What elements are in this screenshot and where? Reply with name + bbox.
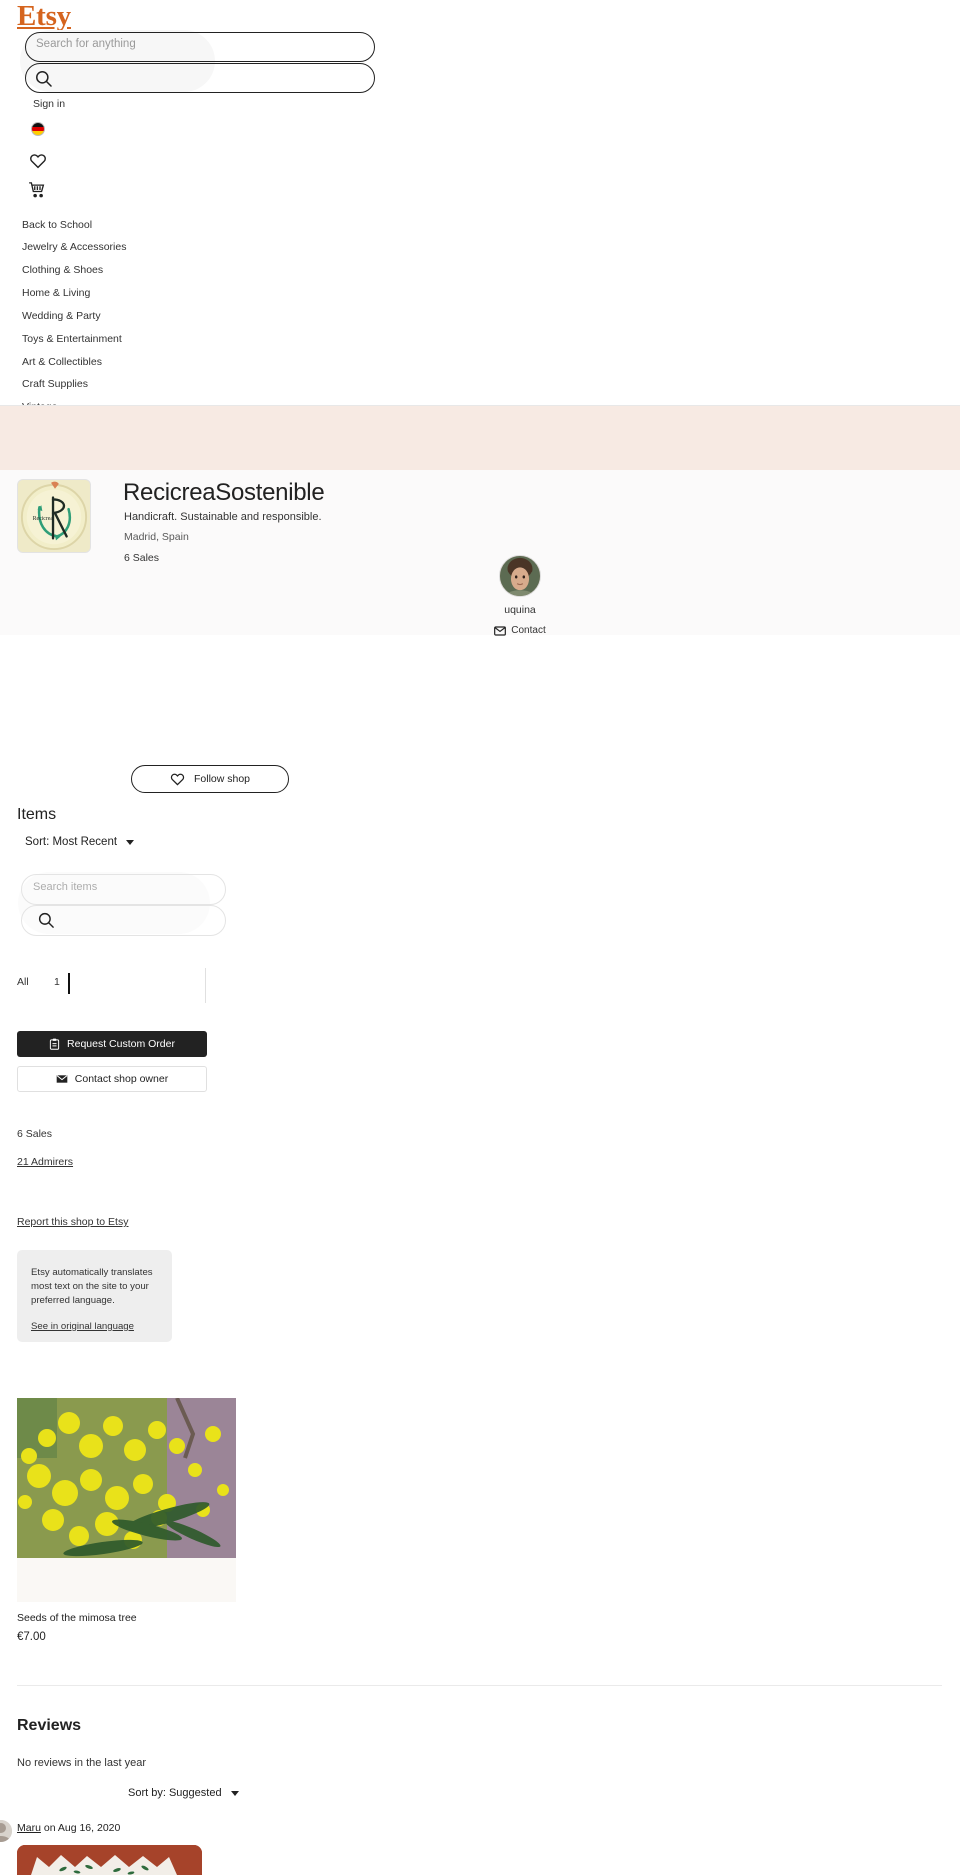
filter-all[interactable]: All <box>17 976 29 988</box>
search-icon[interactable] <box>34 69 53 88</box>
contact-owner-label: Contact <box>511 625 546 636</box>
nav-item-jewelry-accessories[interactable]: Jewelry & Accessories <box>0 237 960 260</box>
filter-all-count: 1 <box>54 976 60 988</box>
request-custom-order-label: Request Custom Order <box>67 1038 175 1050</box>
global-search <box>20 30 375 93</box>
svg-text:Recicrea: Recicrea <box>33 516 54 522</box>
heart-icon[interactable] <box>29 152 47 170</box>
germany-flag-icon[interactable] <box>31 122 45 136</box>
envelope-icon <box>56 1074 68 1084</box>
listing-title[interactable]: Seeds of the mimosa tree <box>17 1612 236 1624</box>
see-original-language-link[interactable]: See in original language <box>31 1321 158 1332</box>
review-date: on Aug 16, 2020 <box>40 1822 121 1834</box>
category-nav: Back to School Jewelry & Accessories Clo… <box>0 214 960 419</box>
listing-image-padding <box>17 1558 236 1602</box>
nav-item-home-living[interactable]: Home & Living <box>0 282 960 305</box>
item-search <box>18 872 226 936</box>
shop-info-section: Recicrea RecicreaSostenible Handicraft. … <box>0 470 960 636</box>
contact-owner-link[interactable]: Contact <box>460 625 580 636</box>
listing-price: €7.00 <box>17 1631 46 1643</box>
nav-item-wedding-party[interactable]: Wedding & Party <box>0 305 960 328</box>
clipboard-icon <box>49 1038 60 1050</box>
contact-shop-owner-label: Contact shop owner <box>74 1073 169 1085</box>
reviews-empty-text: No reviews in the last year <box>17 1757 146 1769</box>
reviews-sort-dropdown[interactable]: Sort by: Suggested <box>128 1787 239 1799</box>
nav-item-back-to-school[interactable]: Back to School <box>0 214 960 237</box>
shop-tagline: Handicraft. Sustainable and responsible. <box>124 511 322 523</box>
search-input[interactable] <box>36 38 236 50</box>
stat-admirers-link[interactable]: 21 Admirers <box>17 1156 73 1168</box>
translation-body: Etsy automatically translates most text … <box>31 1267 153 1306</box>
avatar[interactable] <box>499 555 541 597</box>
shop-location: Madrid, Spain <box>124 531 189 543</box>
translation-notice: Etsy automatically translates most text … <box>17 1250 172 1342</box>
filter-active-indicator <box>68 973 70 994</box>
review-author-link[interactable]: Maru <box>17 1822 41 1834</box>
shop-logo: Recicrea <box>17 479 91 553</box>
search-items-input[interactable] <box>33 881 193 893</box>
search-outline-bottom <box>25 63 375 93</box>
reviews-heading: Reviews <box>17 1717 82 1734</box>
report-shop-link[interactable]: Report this shop to Etsy <box>17 1216 128 1228</box>
request-custom-order-button[interactable]: Request Custom Order <box>17 1031 207 1057</box>
items-sort-dropdown[interactable]: Sort: Most Recent <box>25 836 135 848</box>
reviews-divider <box>17 1685 942 1686</box>
owner-name: uquina <box>504 604 536 616</box>
listing-card[interactable]: Seeds of the mimosa tree €7.00 <box>17 1398 236 1643</box>
shopping-cart-icon[interactable] <box>28 181 46 199</box>
review-meta: Maru on Aug 16, 2020 <box>17 1822 120 1834</box>
filter-divider <box>205 968 206 1003</box>
follow-shop-button[interactable]: Follow shop <box>131 765 289 793</box>
nav-item-clothing-shoes[interactable]: Clothing & Shoes <box>0 260 960 283</box>
item-filters: All 1 <box>17 968 207 1003</box>
shop-owner: uquina Contact <box>460 555 580 636</box>
heart-icon <box>170 772 185 786</box>
nav-item-toys-entertainment[interactable]: Toys & Entertainment <box>0 328 960 351</box>
items-heading: Items <box>17 806 57 823</box>
avatar[interactable] <box>0 1820 12 1842</box>
follow-shop-label: Follow shop <box>193 773 251 785</box>
nav-item-craft-supplies[interactable]: Craft Supplies <box>0 374 960 397</box>
listing-image[interactable] <box>17 1398 236 1558</box>
chevron-down-icon <box>230 1790 239 1796</box>
contact-shop-owner-button[interactable]: Contact shop owner <box>17 1066 207 1092</box>
shop-sales-count: 6 Sales <box>124 552 160 564</box>
stat-sales: 6 Sales <box>17 1128 53 1140</box>
etsy-shop-page: Etsy Sign in <box>0 0 960 1875</box>
search-icon[interactable] <box>37 911 55 929</box>
reviews-sort-label: Sort by: Suggested <box>128 1787 222 1799</box>
etsy-logo[interactable]: Etsy <box>17 2 71 31</box>
sign-in-link[interactable]: Sign in <box>33 98 65 110</box>
envelope-icon <box>494 625 507 636</box>
chevron-down-icon <box>126 839 135 845</box>
nav-item-art-collectibles[interactable]: Art & Collectibles <box>0 351 960 374</box>
review-photo[interactable] <box>17 1845 202 1875</box>
items-sort-label: Sort: Most Recent <box>25 836 118 848</box>
shop-name: RecicreaSostenible <box>123 479 325 506</box>
